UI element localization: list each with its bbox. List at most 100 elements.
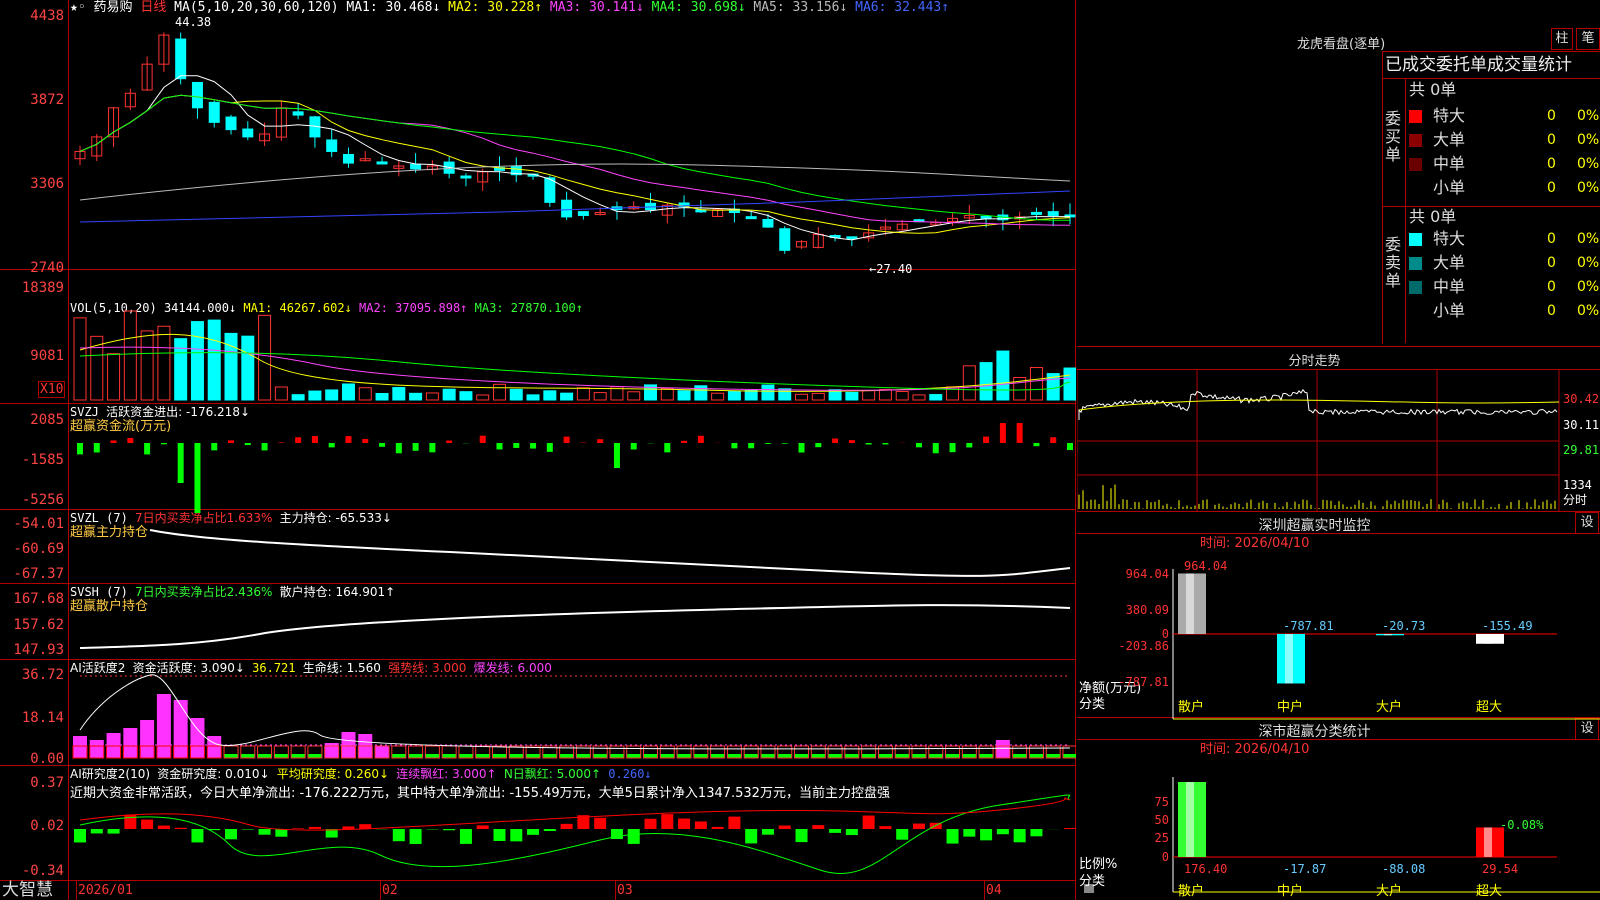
volume-bar (677, 390, 691, 401)
activity-bar (509, 754, 524, 758)
volume-bar (509, 388, 523, 401)
activity-bar (341, 732, 356, 758)
main-chart-area[interactable]: ★◦ 药易购 日线 MA(5,10,20,30,60,120) MA1: 30.… (0, 0, 1094, 900)
volume-bar (123, 310, 137, 401)
fund-flow-bar (295, 437, 302, 443)
activity-bar (257, 754, 272, 758)
category-bar-shine (1484, 634, 1492, 644)
candle-body (292, 111, 304, 116)
fund-flow-bar (362, 438, 369, 443)
value-label: 29.54 (1482, 862, 1518, 876)
volume-bar (308, 390, 322, 401)
candle-body (577, 211, 589, 216)
research-bar (225, 829, 238, 840)
volume-bar (560, 392, 574, 401)
volume-bar (258, 314, 272, 401)
volume-bar (929, 394, 943, 401)
y-label: 75 (1155, 795, 1169, 809)
research-bar (862, 815, 875, 829)
fund-flow-bar (697, 435, 704, 443)
fund-flow-bar (379, 443, 386, 447)
volume-bar (341, 383, 355, 401)
research-bar (812, 825, 825, 829)
fund-flow-bar (613, 443, 620, 468)
fund-flow-bar (278, 442, 285, 443)
volume-bar (492, 383, 506, 401)
fund-flow-bar (446, 440, 453, 443)
category-bar-shine (1384, 634, 1392, 636)
volume-bar (190, 321, 204, 401)
y-label: 380.09 (1126, 603, 1169, 617)
value-label: -155.49 (1482, 619, 1533, 633)
research-bar (1013, 829, 1026, 843)
activity-bar (660, 754, 675, 758)
fund-flow-bar (1016, 423, 1023, 443)
research-bar (90, 829, 103, 834)
volume-bar (207, 319, 221, 401)
research-bar (711, 826, 724, 829)
research-bar (1030, 829, 1043, 837)
volume-bar (845, 391, 859, 401)
category-label: 超大 (1476, 700, 1502, 715)
research-bar (527, 829, 540, 835)
candle-body (460, 175, 472, 179)
fund-flow-bar (77, 443, 83, 455)
activity-bar (542, 754, 557, 758)
fund-flow-bar (127, 437, 134, 443)
candle-body (242, 128, 254, 138)
activity-bar (643, 754, 658, 758)
activity-bar (878, 754, 893, 758)
y-label: 0 (1162, 850, 1169, 864)
research-bar (678, 818, 691, 829)
activity-bar (710, 754, 725, 758)
research-bar (946, 829, 959, 844)
candle-body (1047, 211, 1059, 216)
research-bar (342, 826, 355, 829)
research-bar (1064, 828, 1076, 829)
activity-bar (911, 754, 926, 758)
research-bar (745, 829, 758, 844)
activity-bar (140, 720, 155, 758)
research-bar (912, 823, 925, 829)
fund-flow-bar (546, 443, 553, 452)
fund-flow-bar (1033, 443, 1040, 447)
candle-body (208, 101, 220, 123)
volume-bar (811, 392, 825, 401)
activity-bar (156, 694, 171, 758)
activity-bar (844, 754, 859, 758)
fund-flow-bar (597, 439, 604, 443)
fund-flow-bar (932, 443, 939, 454)
activity-bar (73, 736, 87, 758)
candle-body (225, 116, 237, 131)
activity-bar (626, 754, 641, 758)
activity-bar (760, 754, 775, 758)
research-bar (980, 829, 993, 841)
research-bar (292, 828, 305, 829)
volume-bar (224, 332, 238, 401)
research-bar (661, 814, 674, 829)
fund-flow-bar (848, 440, 855, 443)
fund-flow-bar (1050, 437, 1057, 443)
volume-bar (862, 390, 876, 401)
research-bar (644, 818, 657, 829)
activity-bar (1063, 754, 1076, 758)
candle-body (779, 228, 791, 251)
value-label: -20.73 (1382, 619, 1425, 633)
volume-bar (795, 393, 809, 401)
activity-bar (458, 754, 473, 758)
fund-flow-bar (999, 423, 1006, 443)
activity-bar (828, 754, 843, 758)
activity-bar (593, 754, 608, 758)
value-label: -88.08 (1382, 862, 1425, 876)
candle-body (762, 218, 774, 228)
activity-bar (1029, 754, 1044, 758)
volume-bar (476, 394, 490, 401)
fund-flow-bar (731, 443, 738, 449)
volume-bar (358, 387, 372, 401)
volume-bar (744, 389, 758, 401)
candle-body (561, 199, 573, 218)
candle-body (1030, 211, 1042, 215)
fund-flow-bar (496, 443, 503, 450)
activity-bar (962, 754, 977, 758)
volume-bar (375, 392, 389, 401)
